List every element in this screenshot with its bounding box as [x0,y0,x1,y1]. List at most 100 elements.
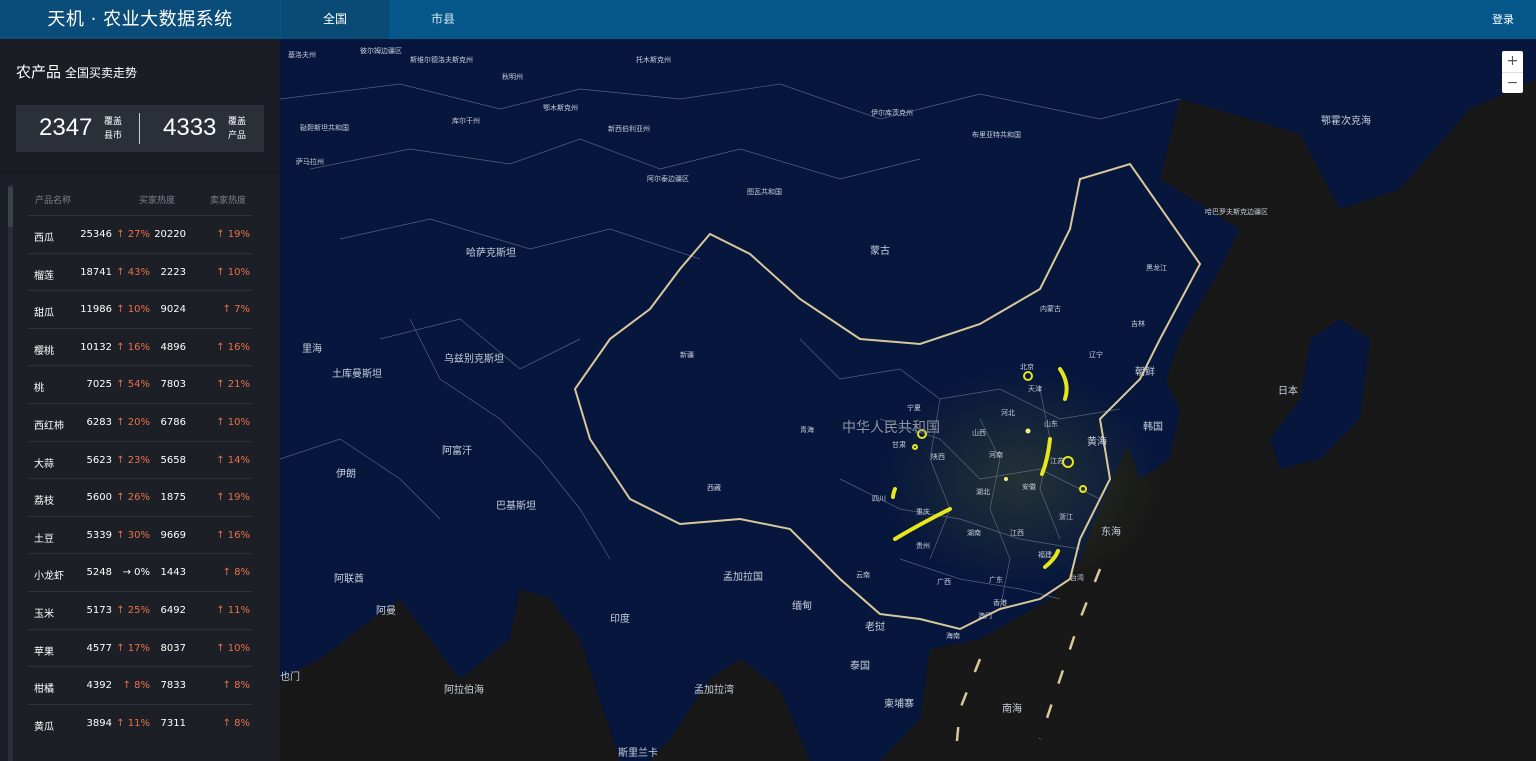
table-row[interactable]: 黄瓜 3894 ↑ 11% 7311 ↑ 8% [28,703,252,742]
label-pakistan: 巴基斯坦 [496,499,536,512]
label-guangxi: 广西 [937,577,951,586]
label-hebei: 河北 [1001,409,1015,417]
product-name: 甜瓜 [34,308,54,320]
table-row[interactable]: 土豆 5339 ↑ 30% 9669 ↑ 16% [28,515,252,554]
label-japan: 日本 [1278,384,1298,397]
label-jilin: 吉林 [1131,319,1145,328]
buyer-change: ↑ 54% [116,379,150,391]
label-ru-tuva: 图瓦共和国 [747,187,782,196]
tab-city-county[interactable]: 市县 [389,0,497,39]
label-ru-novosibirsk: 新西伯利亚州 [608,124,650,133]
label-tianjin: 天津 [1028,385,1042,393]
label-yemen: 也门 [280,670,300,683]
trade-node-dot [1025,428,1031,434]
label-cambodia: 柬埔寨 [884,697,914,710]
label-ru-perm: 彼尔姆边疆区 [360,46,402,55]
top-nav-bar: 天机 · 农业大数据系统 全国 市县 登录 [0,0,1536,39]
product-name: 西红柿 [34,421,64,432]
table-scrollbar-thumb[interactable] [8,187,13,227]
table-row[interactable]: 荔枝 5600 ↑ 26% 1875 ↑ 19% [28,478,252,516]
table-row[interactable]: 西红柿 6283 ↑ 20% 6786 ↑ 10% [28,403,252,441]
seller-change: ↑ 19% [216,229,250,240]
buyer-change: ↑ 25% [116,605,150,616]
label-ru-samara: 萨马拉州 [296,157,324,166]
table-row[interactable]: 小龙虾 5248 → 0% 1443 ↑ 8% [28,553,252,591]
label-qinghai: 青海 [800,425,814,434]
buyer-change: ↑ 11% [116,717,150,729]
label-dprk: 朝鲜 [1135,365,1155,378]
table-row[interactable]: 西瓜 25346 ↑ 27% 20220 ↑ 19% [28,215,252,253]
buyer-change: ↑ 17% [116,642,150,654]
label-laos: 老挝 [865,620,885,633]
seller-change: ↑ 10% [216,266,250,278]
label-arabian-sea: 阿拉伯海 [444,683,484,696]
buyer-heat: 4577 [86,642,112,654]
coverage-stats-card: 2347 覆盖 县市 4333 覆盖 产品 [16,105,264,152]
label-guizhou: 贵州 [916,541,930,550]
label-ru-khabarovsk: 哈巴罗夫斯克边疆区 [1205,207,1268,216]
sidebar-title: 农产品 全国买卖走势 [16,61,137,82]
map-canvas[interactable]: 中华人民共和国 蒙古 哈萨克斯坦 乌兹别克斯坦 土库曼斯坦 阿富汗 巴基斯坦 伊… [280,39,1536,761]
label-south-sea: 南海 [1002,702,1022,715]
table-row[interactable]: 大蒜 5623 ↑ 23% 5658 ↑ 14% [28,440,252,479]
buyer-change: ↑ 20% [116,417,150,428]
table-row[interactable]: 桃 7025 ↑ 54% 7803 ↑ 21% [28,365,252,403]
label-tibet: 西藏 [707,483,721,492]
label-hainan: 海南 [946,631,960,640]
label-ru-tatarstan: 鞑靼斯坦共和国 [300,123,349,132]
buyer-change: ↑ 8% [122,680,150,692]
label-ru-tyumen: 秋明州 [502,72,523,81]
label-china: 中华人民共和国 [842,420,940,436]
seller-change: ↑ 8% [222,680,250,692]
seller-heat: 1443 [160,567,186,579]
label-yunnan: 云南 [856,570,870,579]
seller-change: ↑ 11% [216,605,250,616]
label-anhui: 安徽 [1022,482,1036,491]
seller-heat: 8037 [160,642,186,654]
label-east-sea: 东海 [1101,525,1121,538]
table-row[interactable]: 玉米 5173 ↑ 25% 6492 ↑ 11% [28,591,252,629]
buyer-heat: 5173 [86,605,112,616]
login-link[interactable]: 登录 [1492,0,1514,39]
seller-heat: 20220 [154,229,186,240]
label-xinjiang: 新疆 [680,350,694,359]
label-yellow-sea: 黄海 [1087,435,1107,448]
product-name: 荔枝 [34,496,54,508]
table-row[interactable]: 苹果 4577 ↑ 17% 8037 ↑ 10% [28,628,252,667]
label-ru-omsk: 鄂木斯克州 [543,103,578,112]
label-oman: 阿曼 [376,605,396,617]
product-heat-table: 产品名称 买家热度 卖家热度 西瓜 25346 ↑ 27% 20220 ↑ 19% 榴莲 1… [8,185,272,761]
product-name: 玉米 [34,609,54,620]
label-hubei: 湖北 [976,487,990,496]
product-label-line2: 产品 [227,131,246,141]
app-title: 天机 · 农业大数据系统 [0,0,280,39]
label-shaanxi: 陕西 [931,452,945,461]
tab-national[interactable]: 全国 [281,0,389,39]
label-jiangsu: 江苏 [1050,456,1064,465]
label-turkmenistan: 土库曼斯坦 [332,367,382,380]
label-srilanka: 斯里兰卡 [618,746,658,759]
label-bengal: 孟加拉湾 [694,683,734,696]
table-scrollbar[interactable] [8,185,13,761]
col-header-name: 产品名称 [35,196,72,206]
label-zhejiang: 浙江 [1059,512,1073,521]
seller-heat: 7311 [160,717,186,729]
china-map[interactable]: 中华人民共和国 蒙古 哈萨克斯坦 乌兹别克斯坦 土库曼斯坦 阿富汗 巴基斯坦 伊… [280,39,1536,761]
label-hongkong: 香港 [993,598,1007,607]
table-row[interactable]: 甜瓜 11986 ↑ 10% 9024 ↑ 7% [28,290,252,328]
product-name: 榴莲 [34,270,54,282]
col-header-sell: 卖家热度 [210,196,247,206]
product-sidebar: 农产品 全国买卖走势 2347 覆盖 县市 4333 覆盖 产品 产品名称 买家热… [0,39,280,761]
trade-node-dot [1004,477,1008,481]
label-ningxia: 宁夏 [907,403,921,412]
sidebar-header: 农产品 全国买卖走势 2347 覆盖 县市 4333 覆盖 产品 [0,39,280,175]
zoom-in-button[interactable]: + [1502,51,1523,72]
zoom-out-button[interactable]: − [1502,72,1523,93]
product-count: 4333 [163,114,217,141]
table-row[interactable]: 榴莲 18741 ↑ 43% 2223 ↑ 10% [28,252,252,291]
label-shandong: 山东 [1044,419,1058,428]
buyer-change: ↑ 43% [116,266,150,278]
table-row[interactable]: 樱桃 10132 ↑ 16% 4896 ↑ 16% [28,327,252,366]
seller-heat: 6786 [160,417,186,428]
table-row[interactable]: 柑橘 4392 ↑ 8% 7833 ↑ 8% [28,666,252,704]
